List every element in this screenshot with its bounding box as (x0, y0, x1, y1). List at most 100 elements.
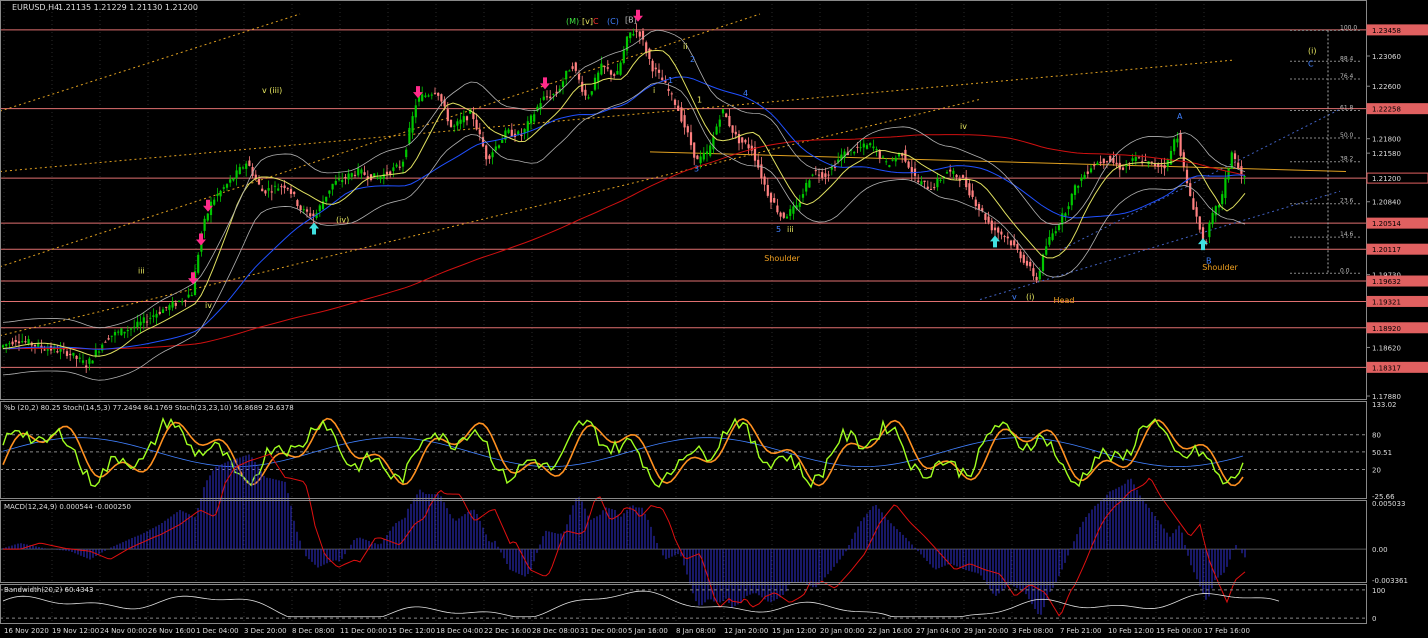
x-tick-label: 1 Dec 04:00 (196, 627, 239, 635)
price-tick-label: 1.18620 (1372, 344, 1401, 352)
candle-body (734, 131, 737, 135)
candle-body (475, 119, 478, 130)
candle-body (673, 99, 677, 105)
candle-body (613, 74, 616, 76)
candle-body (213, 199, 216, 205)
candle-body (177, 300, 181, 302)
candle-body (270, 191, 273, 193)
candle-body (312, 213, 315, 217)
candle-body (949, 169, 952, 172)
candle-body (421, 94, 424, 101)
candle-body (529, 115, 533, 124)
candle-body (363, 172, 366, 175)
candle-body (929, 188, 933, 190)
candle-body (763, 176, 766, 185)
candle-body (97, 351, 101, 353)
candle-body (478, 129, 481, 135)
candle-body (168, 305, 171, 310)
candle-body (1163, 165, 1166, 169)
candle-body (43, 349, 46, 351)
candle-body (165, 306, 168, 308)
candle-body (1176, 138, 1179, 143)
candle-body (1221, 194, 1224, 205)
candle-body (1048, 236, 1051, 245)
candle-body (1211, 212, 1214, 225)
macd-panel-label: MACD(12,24,9) 0.000544 -0.000250 (4, 503, 131, 511)
bandwidth-tick-label: 100 (1372, 587, 1385, 595)
candle-body (1182, 152, 1185, 167)
candle-body (145, 321, 149, 323)
candle-body (216, 194, 219, 196)
candle-body (568, 70, 571, 72)
candle-body (1045, 246, 1048, 255)
wave-label: ii (683, 42, 687, 51)
candle-body (923, 180, 926, 183)
x-tick-label: 12 Jan 20:00 (724, 627, 768, 635)
wave-label: [v] (582, 17, 593, 26)
candle-body (341, 180, 344, 183)
x-tick-label: 15 Feb 00:00 (1156, 627, 1202, 635)
price-tick-label: 1.22600 (1372, 83, 1401, 91)
candle-body (155, 313, 158, 318)
candle-body (117, 331, 120, 333)
candle-body (382, 173, 385, 179)
candle-body (139, 321, 142, 326)
candle-body (104, 341, 107, 343)
candle-body (715, 126, 718, 135)
candle-body (1041, 254, 1045, 272)
candle-body (334, 180, 337, 185)
candle-body (85, 365, 88, 368)
candle-body (1073, 185, 1077, 195)
candle-body (296, 200, 299, 207)
candle-body (302, 209, 305, 211)
candle-body (987, 216, 990, 223)
candle-body (206, 213, 209, 221)
candle-body (46, 349, 49, 351)
candle-body (264, 190, 267, 194)
wave-label: (iv) (336, 216, 349, 225)
wave-label: C (1308, 60, 1314, 69)
candle-body (638, 31, 641, 37)
candle-body (766, 184, 769, 196)
candle-body (984, 213, 987, 220)
candle-body (1000, 231, 1003, 235)
candle-body (933, 187, 936, 189)
candle-body (510, 129, 513, 137)
candle-body (299, 205, 302, 211)
level-price-tag-label: 1.23458 (1372, 27, 1401, 35)
candle-body (693, 142, 696, 158)
candle-body (235, 170, 238, 179)
candle-body (661, 77, 664, 81)
wave-label: 2 (690, 55, 695, 64)
candle-body (1189, 183, 1192, 196)
x-tick-label: 10 Feb 12:00 (1108, 627, 1154, 635)
candle-body (891, 159, 894, 161)
x-tick-label: 7 Feb 21:00 (1060, 627, 1101, 635)
candle-body (603, 66, 606, 68)
candle-body (337, 178, 341, 180)
level-price-tag-label: 1.21200 (1372, 175, 1401, 183)
candle-body (939, 179, 942, 181)
candle-body (811, 174, 814, 176)
candle-body (616, 71, 619, 75)
candle-body (376, 177, 379, 179)
wave-label: (i) (1308, 46, 1316, 55)
candle-body (241, 167, 245, 169)
candle-body (696, 155, 699, 160)
candle-body (952, 170, 955, 174)
candle-body (1121, 167, 1125, 170)
candle-body (875, 148, 878, 151)
candle-body (267, 188, 270, 191)
candle-body (792, 206, 795, 214)
candle-body (990, 220, 993, 231)
candle-body (331, 183, 334, 190)
candle-body (968, 183, 971, 196)
candle-body (491, 152, 494, 158)
wave-label: v (iii) (262, 86, 282, 95)
candle-body (955, 174, 958, 178)
candle-body (856, 146, 859, 148)
candle-body (571, 66, 574, 69)
candle-body (789, 209, 792, 216)
stoch-tick-label: 50.51 (1372, 449, 1392, 457)
candle-body (293, 191, 296, 195)
